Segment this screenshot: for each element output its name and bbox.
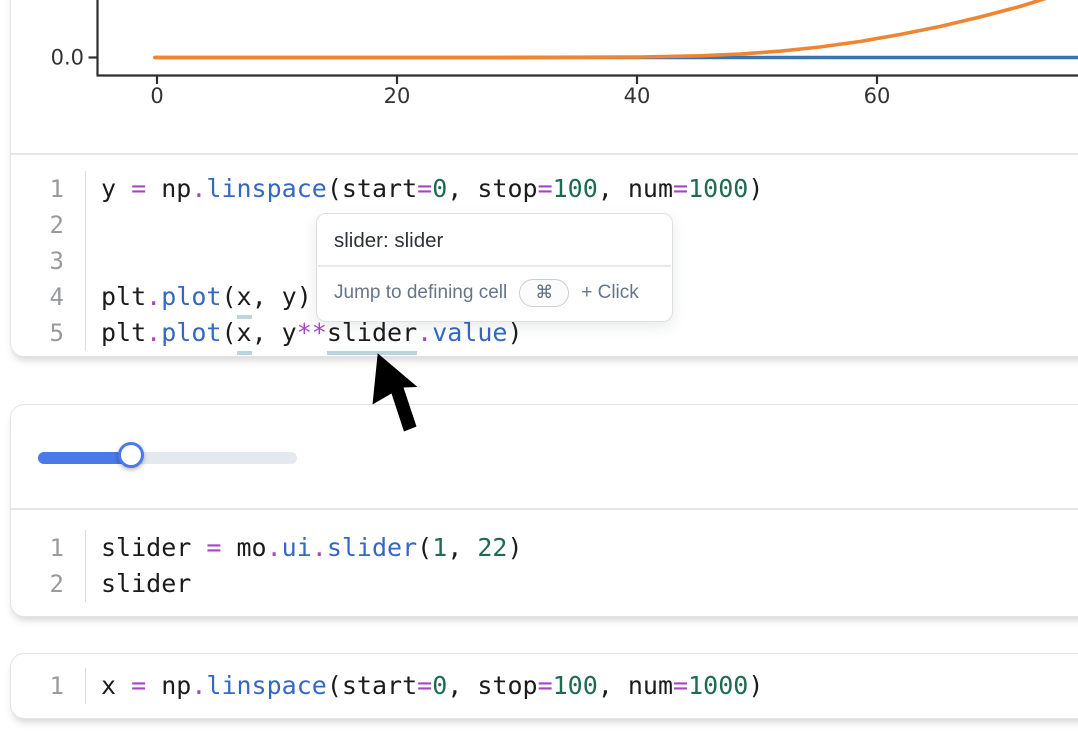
variable-tooltip: slider: slider Jump to defining cell ⌘ +…	[316, 213, 673, 322]
code-line[interactable]: y = np.linspace(start=0, stop=100, num=1…	[86, 171, 763, 207]
code-line[interactable]: plt.plot(x, y)	[86, 279, 312, 315]
cell-slider: 1slider = mo.ui.slider(1, 22)2slider	[10, 404, 1078, 617]
code-editor: 1x = np.linspace(start=0, stop=100, num=…	[11, 654, 1078, 720]
cell-x: 1x = np.linspace(start=0, stop=100, num=…	[10, 653, 1078, 719]
tooltip-click-hint: + Click	[581, 282, 639, 304]
line-number: 1	[11, 171, 86, 207]
tooltip-action-label[interactable]: Jump to defining cell	[334, 282, 507, 304]
line-number: 3	[11, 243, 86, 279]
code-line[interactable]	[86, 243, 101, 279]
line-number: 2	[11, 566, 86, 602]
line-number: 5	[11, 315, 86, 351]
code-line-row: 1x = np.linspace(start=0, stop=100, num=…	[11, 668, 1078, 704]
line-number: 2	[11, 207, 86, 243]
command-key-icon: ⌘	[519, 279, 569, 307]
code-line[interactable]: slider	[86, 566, 191, 602]
line-number: 1	[11, 668, 86, 704]
code-line[interactable]: x = np.linspace(start=0, stop=100, num=1…	[86, 668, 763, 704]
line-number: 4	[11, 279, 86, 315]
tooltip-title: slider: slider	[317, 214, 672, 265]
slider-track[interactable]	[38, 452, 297, 464]
code-line[interactable]	[86, 207, 101, 243]
line-number: 1	[11, 530, 86, 566]
code-line[interactable]: slider = mo.ui.slider(1, 22)	[86, 530, 523, 566]
code-editor: 1slider = mo.ui.slider(1, 22)2slider	[11, 509, 1078, 617]
code-line-row: 1slider = mo.ui.slider(1, 22)	[11, 530, 1078, 566]
tooltip-footer: Jump to defining cell ⌘ + Click	[317, 267, 672, 321]
code-line-row: 1y = np.linspace(start=0, stop=100, num=…	[11, 171, 1078, 207]
slider-handle[interactable]	[118, 442, 144, 468]
code-line-row: 2slider	[11, 566, 1078, 602]
notebook-page: 1y = np.linspace(start=0, stop=100, num=…	[0, 0, 1078, 746]
